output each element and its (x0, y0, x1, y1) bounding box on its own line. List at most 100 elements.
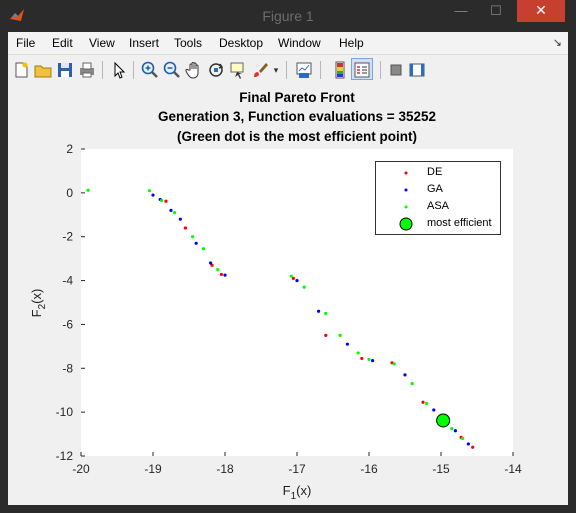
legend-marker-ga (404, 188, 408, 192)
x-axis-label: F1(x) (283, 483, 312, 502)
toolbar-separator (320, 61, 321, 79)
point-ga (371, 359, 375, 363)
toolbar-separator (286, 61, 287, 79)
point-ga (295, 278, 299, 283)
point-asa (201, 247, 205, 251)
point-ga (223, 273, 227, 277)
point-asa (367, 357, 371, 362)
legend-label-asa: ASA (427, 200, 450, 212)
pareto-plot[interactable]: -20 -19 -18 -17 -16 -15 -14 2 0 -2 -4 -6 -8 -10 -12 F… (8, 85, 568, 505)
x-tick-label: -18 (216, 462, 234, 476)
point-asa (338, 333, 342, 337)
legend[interactable]: DE GA ASA most efficient (375, 161, 501, 235)
legend-entry-asa: ASA (376, 199, 500, 215)
x-tick-label: -14 (504, 462, 522, 476)
point-asa (425, 401, 429, 405)
most-efficient-point (436, 413, 451, 428)
toolbar-separator (102, 61, 103, 79)
y-tick-label: -2 (62, 230, 73, 244)
point-asa (191, 235, 195, 239)
close-button[interactable]: ✕ (517, 0, 565, 22)
point-asa (410, 382, 414, 386)
legend-marker-most-efficient (399, 217, 413, 231)
point-ga (403, 373, 407, 377)
point-ga (453, 429, 457, 433)
point-ga (209, 261, 213, 265)
point-asa (216, 268, 220, 272)
zoom-in-icon[interactable] (140, 60, 160, 80)
menu-bar: File Edit View Insert Tools Desktop Wind… (8, 32, 568, 54)
legend-label-most-efficient: most efficient (427, 217, 492, 229)
save-icon[interactable] (55, 60, 75, 80)
toolbar: ▾ (8, 54, 568, 86)
point-ga (317, 309, 321, 313)
menu-edit[interactable]: Edit (52, 36, 73, 50)
y-tick-label: 0 (66, 186, 73, 200)
new-figure-icon[interactable] (11, 60, 31, 80)
point-asa (392, 362, 396, 366)
print-icon[interactable] (77, 60, 97, 80)
legend-entry-ga: GA (376, 182, 500, 198)
pan-hand-icon[interactable] (184, 60, 204, 80)
y-tick-label: 2 (66, 142, 73, 156)
data-cursor-icon[interactable] (228, 60, 248, 80)
brush-icon[interactable] (250, 60, 270, 80)
legend-icon[interactable] (352, 60, 372, 80)
menu-help[interactable]: Help (339, 36, 364, 50)
menu-window[interactable]: Window (278, 36, 321, 50)
legend-entry-most-efficient: most efficient (376, 216, 500, 232)
menu-insert[interactable]: Insert (129, 36, 159, 50)
zoom-out-icon[interactable] (162, 60, 182, 80)
point-de (471, 445, 475, 449)
brush-dropdown-icon[interactable]: ▾ (271, 60, 281, 80)
point-de (164, 199, 168, 203)
menu-file[interactable]: File (16, 36, 35, 50)
x-tick-label: -19 (144, 462, 162, 476)
point-de (219, 272, 223, 277)
point-asa (450, 426, 454, 431)
maximize-button[interactable]: ☐ (480, 0, 512, 24)
pointer-icon[interactable] (109, 60, 129, 80)
point-ga (178, 217, 182, 221)
point-asa (302, 285, 306, 289)
figure-window: Figure 1 — ☐ ✕ File Edit View Insert Too… (0, 0, 576, 513)
y-axis-label: F2(x) (29, 289, 48, 318)
toolbar-separator (380, 61, 381, 79)
legend-marker-de (404, 171, 408, 175)
rotate-3d-icon[interactable] (206, 60, 226, 80)
link-plot-icon[interactable] (294, 60, 314, 80)
x-tick-label: -16 (360, 462, 378, 476)
x-tick-label: -20 (72, 462, 90, 476)
legend-label-ga: GA (427, 183, 443, 195)
show-plot-tools-icon[interactable] (407, 60, 427, 80)
open-file-icon[interactable] (33, 60, 53, 80)
y-tick-label: -8 (62, 361, 73, 375)
legend-marker-asa (404, 205, 408, 209)
point-de (324, 333, 328, 337)
point-ga (151, 193, 155, 197)
menu-view[interactable]: View (89, 36, 115, 50)
point-asa (356, 351, 360, 355)
hide-plot-tools-icon[interactable] (386, 60, 406, 80)
x-tick-label: -17 (288, 462, 306, 476)
point-ga (194, 241, 198, 245)
colorbar-icon[interactable] (330, 60, 350, 80)
y-tick-label: -6 (62, 317, 73, 331)
dock-arrow-icon[interactable]: ↘ (553, 36, 562, 49)
menu-desktop[interactable]: Desktop (219, 36, 263, 50)
point-ga (169, 208, 173, 212)
y-tick-label: -12 (56, 449, 74, 463)
y-tick-label: -10 (56, 405, 74, 419)
point-de (183, 226, 187, 230)
title-bar[interactable]: Figure 1 — ☐ ✕ (0, 0, 576, 31)
minimize-button[interactable]: — (445, 0, 477, 24)
point-asa (173, 210, 177, 215)
y-tick-label: -4 (62, 274, 73, 288)
chart-title-line3: (Green dot is the most efficient point) (177, 129, 417, 144)
figure-area: -20 -19 -18 -17 -16 -15 -14 2 0 -2 -4 -6 -8 -10 -12 F… (8, 85, 568, 505)
y-axis-ticks: 2 0 -2 -4 -6 -8 -10 -12 (56, 142, 85, 463)
chart-title-line1: Final Pareto Front (239, 90, 355, 105)
point-ga (432, 408, 436, 412)
menu-tools[interactable]: Tools (174, 36, 202, 50)
chart-title-line2: Generation 3, Function evaluations = 352… (158, 109, 436, 124)
